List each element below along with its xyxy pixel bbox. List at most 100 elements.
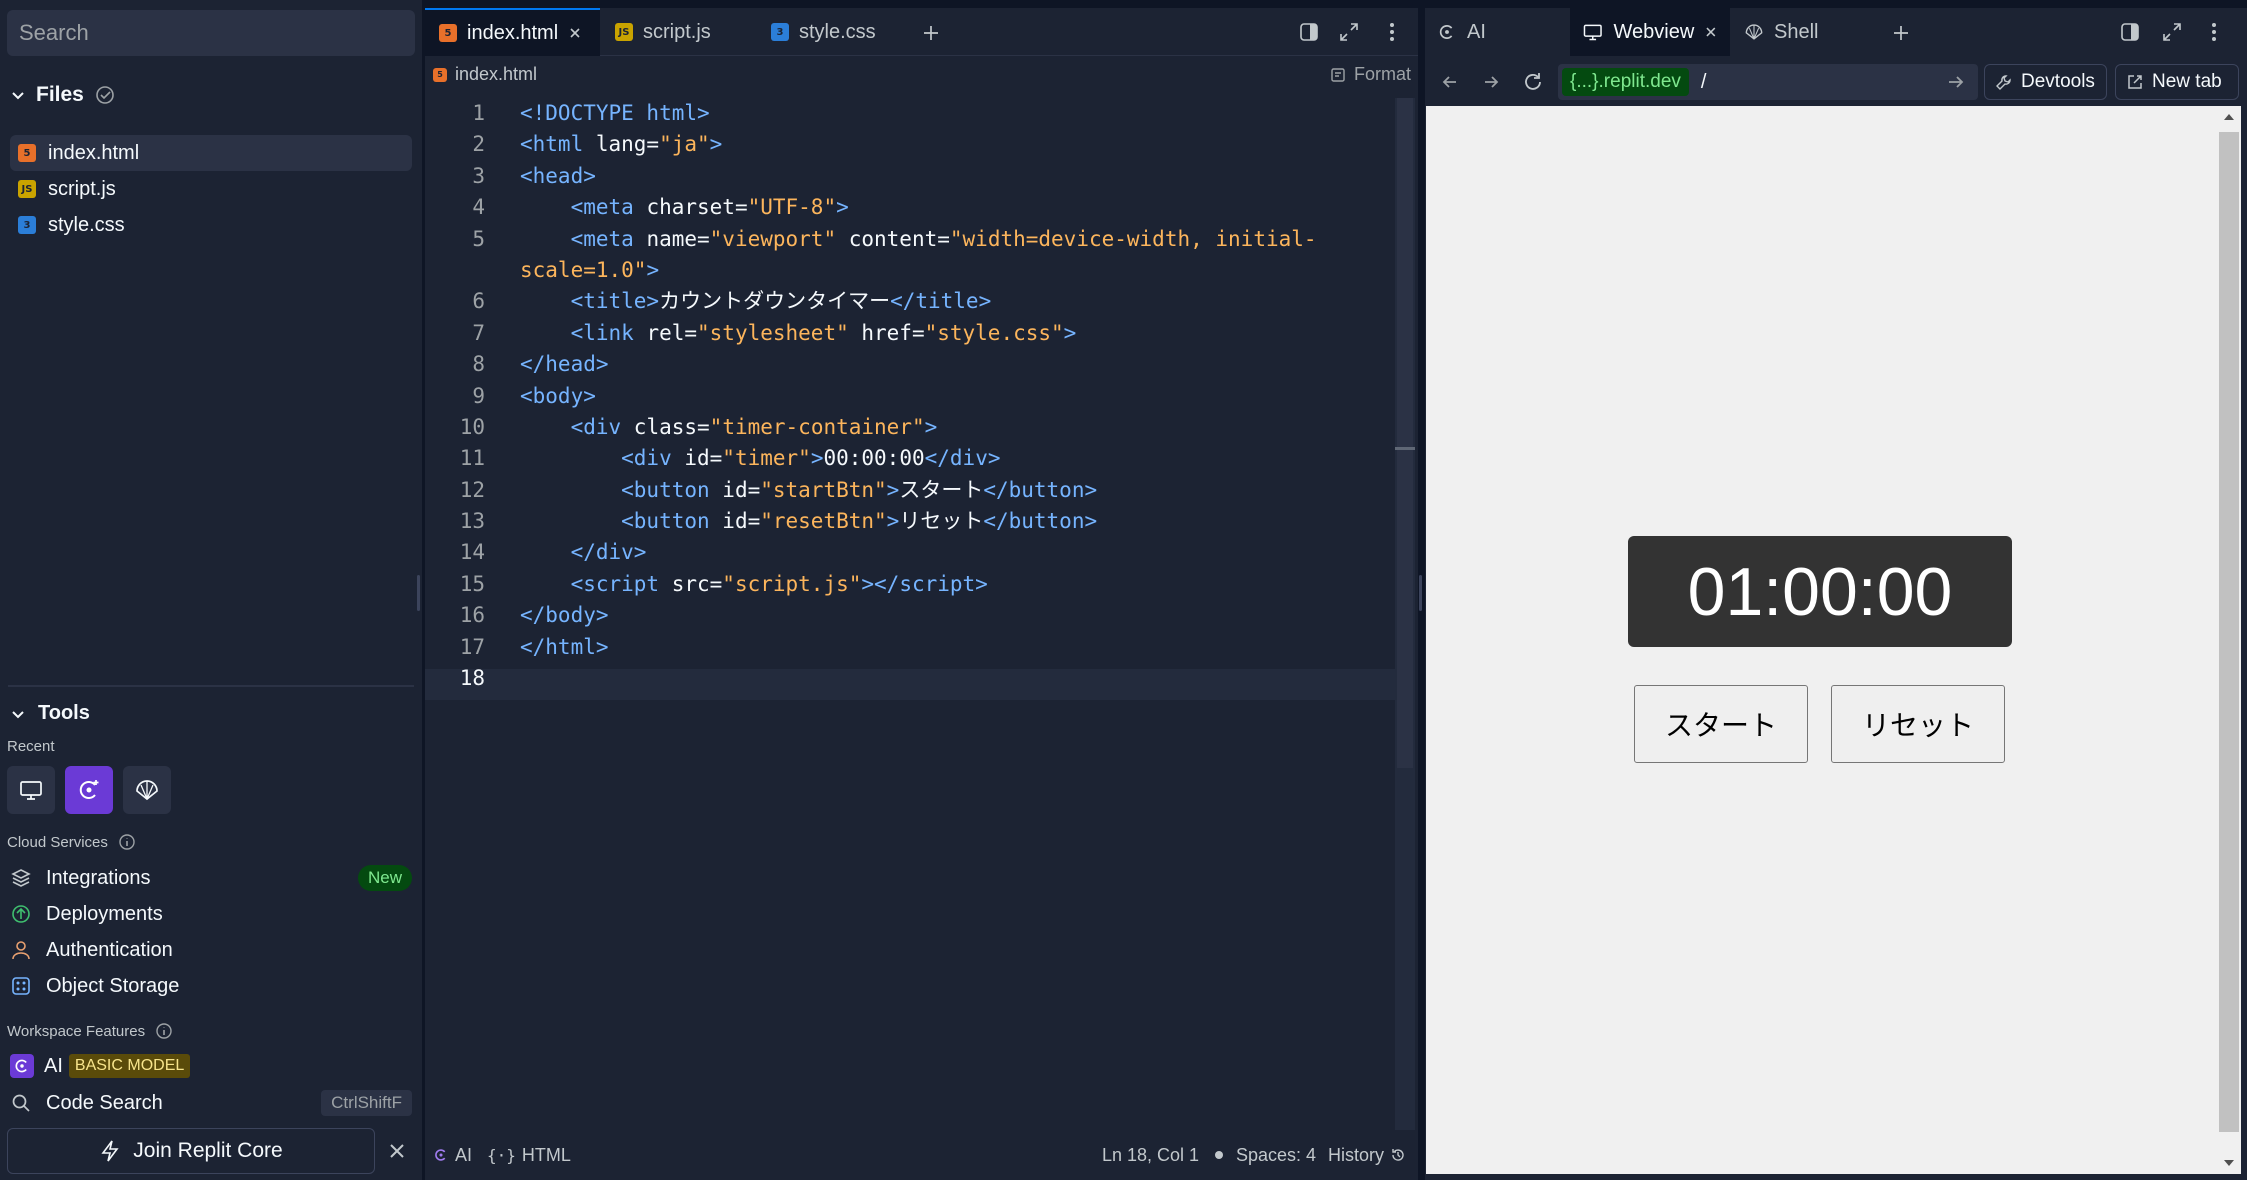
code-line: </body> [520, 603, 609, 628]
breadcrumb[interactable]: 5 index.html [433, 64, 537, 85]
search-input[interactable]: Search [7, 10, 415, 56]
editor-scrollbar[interactable] [1395, 98, 1415, 1130]
maximize-icon[interactable] [1338, 21, 1360, 43]
pane-resize-handle[interactable] [1419, 575, 1422, 611]
monitor-icon [20, 781, 42, 800]
ai-label: AI [44, 1054, 63, 1077]
js-file-icon: JS [615, 23, 633, 41]
tab-index-html[interactable]: 5 index.html [425, 8, 600, 56]
more-vertical-icon[interactable] [1388, 21, 1396, 43]
split-pane-icon[interactable] [2119, 21, 2141, 43]
status-language[interactable]: {·} HTML [487, 1145, 571, 1166]
editor-scrollbar-thumb[interactable] [1397, 98, 1413, 768]
more-vertical-icon[interactable] [2210, 21, 2218, 43]
html-file-icon: 5 [433, 67, 447, 82]
feature-ai[interactable]: AI BASIC MODEL [10, 1048, 412, 1084]
back-arrow-icon[interactable] [1440, 72, 1460, 92]
close-icon[interactable] [568, 26, 582, 40]
recent-label: Recent [7, 738, 55, 755]
search-icon [12, 1094, 30, 1112]
file-item-script-js[interactable]: JS script.js [10, 171, 412, 207]
plus-icon[interactable] [922, 24, 940, 42]
scroll-up-icon[interactable] [2223, 112, 2235, 122]
webview-scrollbar[interactable] [2217, 106, 2241, 1174]
tab-ai[interactable]: AI [1425, 8, 1570, 56]
line-number: 3 [472, 163, 485, 188]
service-object-storage[interactable]: Object Storage [10, 968, 412, 1004]
recent-tool-shell[interactable] [123, 766, 171, 814]
status-ai[interactable]: AI [433, 1145, 472, 1166]
split-pane-icon[interactable] [1298, 21, 1320, 43]
code-braces-icon: {·} [487, 1145, 516, 1165]
layers-icon [11, 869, 31, 887]
tools-header[interactable]: Tools [10, 702, 90, 725]
new-badge: New [357, 865, 412, 891]
service-deployments[interactable]: Deployments [10, 896, 412, 932]
info-icon[interactable] [118, 833, 136, 851]
line-number: 13 [459, 509, 485, 534]
reload-icon[interactable] [1522, 71, 1544, 93]
scroll-position-marker [1395, 447, 1415, 450]
service-authentication[interactable]: Authentication [10, 932, 412, 968]
file-item-style-css[interactable]: 3 style.css [10, 207, 412, 243]
line-number: 2 [472, 132, 485, 157]
external-link-icon [2128, 75, 2142, 89]
html-file-icon: 5 [18, 144, 36, 162]
join-replit-core-button[interactable]: Join Replit Core [7, 1128, 375, 1174]
code-line: <title>カウントダウンタイマー</title> [520, 289, 992, 314]
plus-icon[interactable] [1892, 24, 1910, 42]
file-item-index-html[interactable]: 5 index.html [10, 135, 412, 171]
code-line: <!DOCTYPE html> [520, 101, 710, 125]
new-tab-button[interactable]: New tab [2115, 64, 2239, 100]
line-number: 5 [472, 226, 485, 251]
code-lines[interactable]: <!DOCTYPE html> <html lang="ja"> <head> … [520, 98, 1400, 694]
devtools-button[interactable]: Devtools [1984, 64, 2107, 100]
url-bar[interactable]: {...}.replit.dev / [1558, 64, 1978, 100]
tab-script-js[interactable]: JS script.js [601, 8, 756, 56]
status-cursor-position[interactable]: Ln 18, Col 1 [1102, 1145, 1199, 1166]
chevron-down-icon [12, 710, 24, 718]
forward-arrow-icon[interactable] [1481, 72, 1501, 92]
check-circle-icon [96, 86, 114, 104]
sidebar-resize-handle[interactable] [417, 575, 420, 611]
url-domain-pill[interactable]: {...}.replit.dev [1562, 68, 1689, 96]
code-line-wrapped: scale=1.0"> [520, 257, 660, 282]
css-file-icon: 3 [771, 23, 789, 41]
file-name: script.js [48, 177, 116, 200]
info-icon[interactable] [155, 1022, 173, 1040]
webview-scrollbar-thumb[interactable] [2219, 132, 2239, 1132]
line-number: 6 [472, 289, 485, 314]
scroll-down-icon[interactable] [2223, 1158, 2235, 1168]
status-ai-label: AI [455, 1144, 473, 1165]
files-header[interactable]: Files [10, 80, 410, 110]
tab-label: script.js [643, 20, 711, 43]
status-history[interactable]: History [1328, 1145, 1406, 1166]
close-icon[interactable] [386, 1140, 408, 1162]
maximize-icon[interactable] [2161, 21, 2183, 43]
code-line: <link rel="stylesheet" href="style.css"> [520, 320, 1077, 345]
start-button[interactable]: スタート [1634, 685, 1808, 763]
reset-button[interactable]: リセット [1831, 685, 2005, 763]
format-button[interactable]: Format [1330, 64, 1411, 85]
tab-style-css[interactable]: 3 style.css [757, 8, 912, 56]
close-icon[interactable] [1704, 25, 1718, 39]
tab-shell[interactable]: Shell [1732, 8, 1872, 56]
tab-webview[interactable]: Webview [1570, 8, 1730, 56]
url-path[interactable]: / [1701, 71, 1707, 94]
line-number: 17 [459, 634, 485, 659]
recent-tool-webview[interactable] [7, 766, 55, 814]
code-line: </html> [520, 634, 609, 659]
files-title: Files [36, 83, 84, 106]
code-line: <button id="startBtn">スタート</button> [520, 477, 1098, 502]
cloud-services-label: Cloud Services [7, 833, 136, 851]
tools-title: Tools [38, 702, 90, 724]
code-editor[interactable]: 1 2 3 4 5 6 7 8 9 10 11 12 13 14 15 16 17 18 <!DOCTYPE ht… [425, 98, 1395, 1130]
feature-code-search[interactable]: Code Search CtrlShiftF [10, 1085, 412, 1121]
go-arrow-icon[interactable] [1946, 73, 1966, 91]
status-spaces[interactable]: Spaces: 4 [1236, 1145, 1316, 1166]
tab-label: Webview [1613, 20, 1695, 43]
cloud-services-text: Cloud Services [7, 833, 108, 851]
recent-tool-ai[interactable] [65, 766, 113, 814]
service-integrations[interactable]: Integrations New [10, 860, 412, 896]
monitor-icon [1583, 24, 1602, 41]
